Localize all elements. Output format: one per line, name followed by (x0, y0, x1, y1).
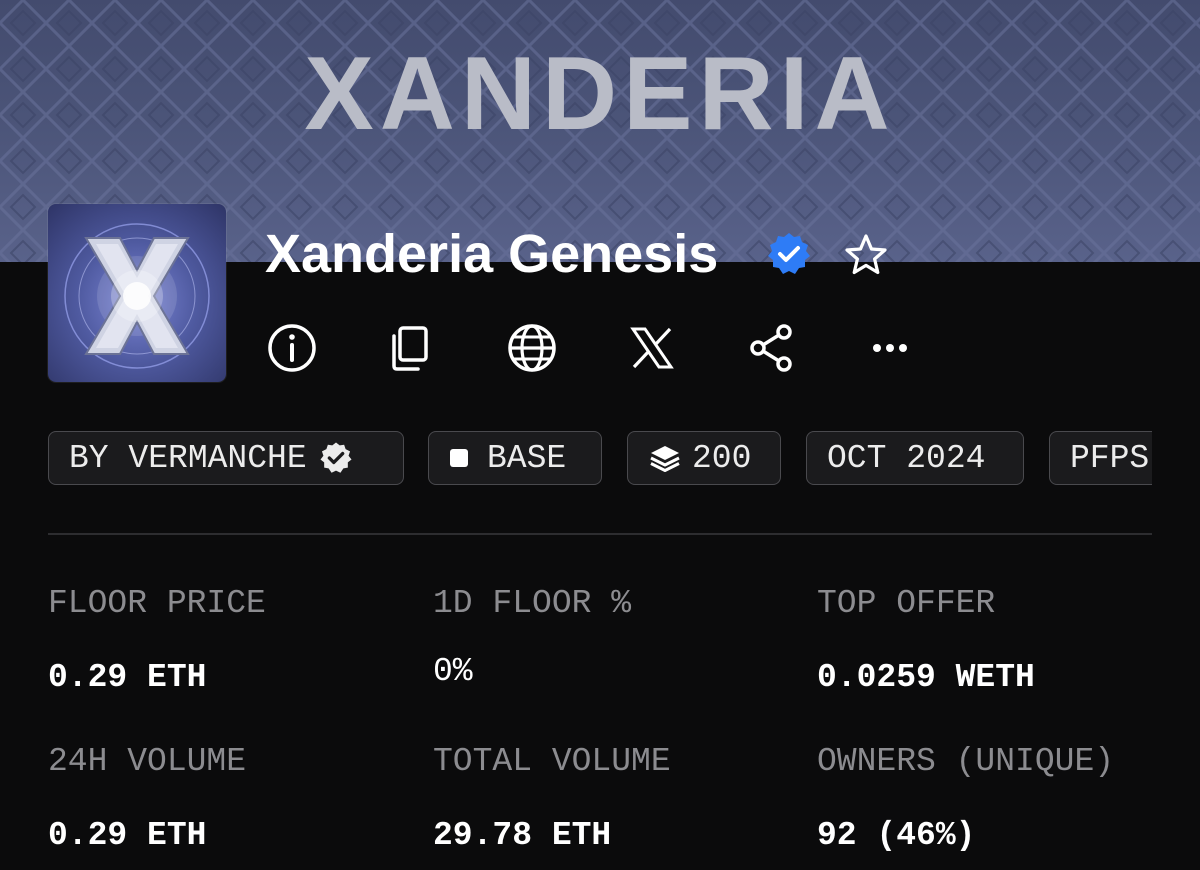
section-divider (48, 533, 1152, 535)
info-icon (268, 324, 316, 372)
more-button[interactable] (862, 320, 918, 376)
items-chip[interactable]: 200 (627, 431, 781, 485)
x-social-button[interactable] (624, 320, 680, 376)
floor-change-label: 1D FLOOR % (433, 585, 632, 622)
website-button[interactable] (504, 320, 560, 376)
collection-page: XANDERIA Xanderia Genesis BY VERMANCHE B… (0, 0, 1200, 870)
more-icon (873, 344, 907, 352)
category-chip[interactable]: PFPS (1049, 431, 1152, 485)
creator-label: BY VERMANCHE (69, 439, 307, 477)
total-volume-label: TOTAL VOLUME (433, 743, 671, 780)
chain-label: BASE (487, 439, 567, 477)
chain-chip[interactable]: BASE (428, 431, 602, 485)
floor-price-value: 0.29 ETH (48, 659, 207, 696)
owners-value: 92 (46%) (817, 817, 976, 854)
verified-badge-icon (768, 233, 810, 274)
info-button[interactable] (264, 320, 320, 376)
globe-icon (508, 324, 556, 372)
floor-change-value: 0% (433, 653, 473, 690)
x-emblem-image (64, 223, 210, 369)
owners-label: OWNERS (UNIQUE) (817, 743, 1115, 780)
volume-24h-label: 24H VOLUME (48, 743, 247, 780)
floor-price-label: FLOOR PRICE (48, 585, 266, 622)
collection-name: Xanderia Genesis (265, 224, 719, 284)
share-button[interactable] (744, 320, 800, 376)
share-icon (750, 324, 792, 372)
base-chain-icon (450, 449, 468, 467)
banner-title: XANDERIA (304, 36, 896, 152)
date-label: OCT 2024 (827, 439, 986, 477)
collection-avatar (48, 204, 226, 382)
copy-icon (392, 326, 428, 371)
creator-verified-icon (320, 442, 352, 473)
favorite-star-icon[interactable] (842, 231, 890, 279)
creator-chip[interactable]: BY VERMANCHE (48, 431, 404, 485)
volume-24h-value: 0.29 ETH (48, 817, 207, 854)
top-offer-label: TOP OFFER (817, 585, 996, 622)
total-volume-value: 29.78 ETH (433, 817, 612, 854)
items-count: 200 (692, 439, 752, 477)
date-chip[interactable]: OCT 2024 (806, 431, 1024, 485)
x-logo-icon (630, 327, 674, 369)
top-offer-value: 0.0259 WETH (817, 659, 1035, 696)
category-label: PFPS (1070, 439, 1150, 477)
collection-tags: BY VERMANCHE BASE 200 OCT 2024 PFPS (48, 431, 1152, 485)
copy-button[interactable] (382, 320, 438, 376)
layers-icon (650, 446, 680, 472)
